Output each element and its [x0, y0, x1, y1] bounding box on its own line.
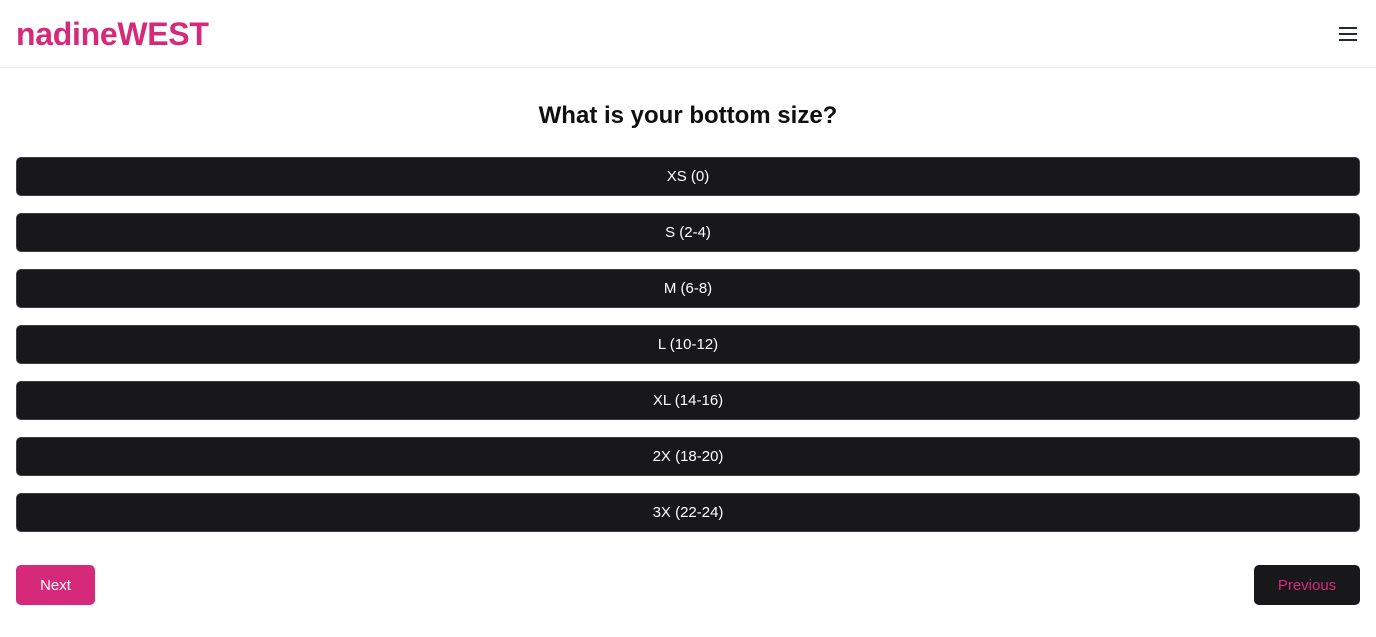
size-option-l[interactable]: L (10-12) [16, 325, 1360, 364]
size-option-xl[interactable]: XL (14-16) [16, 381, 1360, 420]
previous-button[interactable]: Previous [1254, 565, 1360, 605]
size-option-xs[interactable]: XS (0) [16, 157, 1360, 196]
question-title: What is your bottom size? [538, 102, 838, 129]
size-option-3x[interactable]: 3X (22-24) [16, 493, 1360, 532]
size-options-list: XS (0) S (2-4) M (6-8) L (10-12) XL (14-… [16, 157, 1360, 549]
brand-logo[interactable]: nadineWEST [16, 14, 209, 54]
hamburger-menu-icon[interactable] [1336, 22, 1360, 46]
size-option-m[interactable]: M (6-8) [16, 269, 1360, 308]
size-option-s[interactable]: S (2-4) [16, 213, 1360, 252]
size-option-2x[interactable]: 2X (18-20) [16, 437, 1360, 476]
site-header: nadineWEST [0, 0, 1376, 68]
next-button[interactable]: Next [16, 565, 95, 605]
